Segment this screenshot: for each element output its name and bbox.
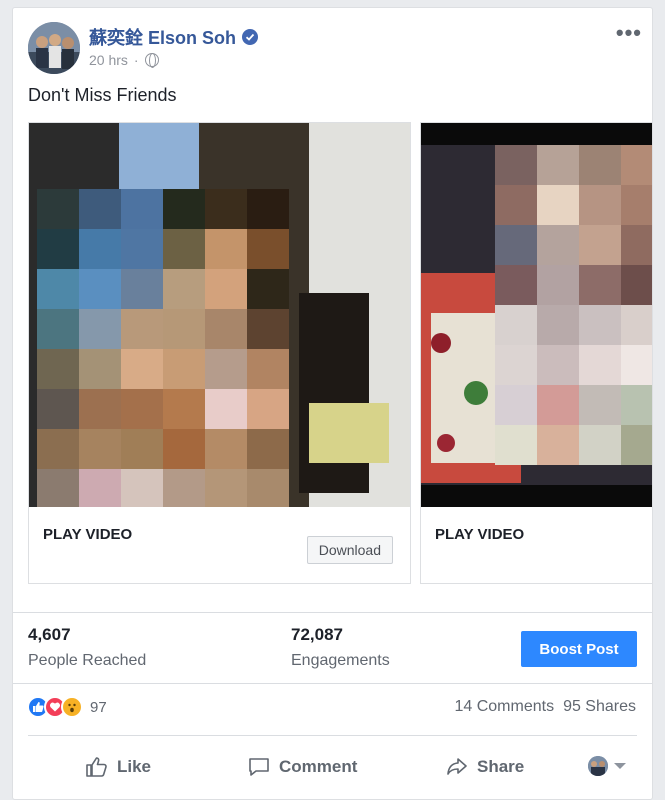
carousel-card-2[interactable]: PLAY VIDEO (420, 122, 652, 584)
post-time[interactable]: 20 hrs (89, 52, 128, 68)
share-button[interactable]: Share (445, 755, 524, 779)
play-video-label-1[interactable]: PLAY VIDEO (43, 526, 132, 543)
post-card: 蘇奕銓 Elson Soh 20 hrs · ••• Don't Miss Fr… (12, 7, 653, 800)
reaction-summary[interactable]: 97 (27, 696, 107, 718)
comments-count-link[interactable]: 14 Comments (454, 698, 554, 716)
post-meta: 20 hrs · (89, 52, 159, 68)
like-label[interactable]: Like (117, 757, 151, 777)
divider (28, 735, 637, 736)
post-action-bar: Like Comment Share (13, 743, 652, 791)
author-name-text[interactable]: 蘇奕銓 Elson Soh (89, 24, 236, 50)
viewer-avatar (588, 756, 608, 776)
author-avatar[interactable] (28, 22, 80, 74)
author-name[interactable]: 蘇奕銓 Elson Soh (89, 24, 259, 50)
people-reached-label: People Reached (28, 652, 147, 669)
video-thumbnail-2[interactable] (421, 123, 652, 507)
reaction-count[interactable]: 97 (90, 699, 107, 716)
people-reached-value: 4,607 (28, 625, 71, 644)
more-options-button[interactable]: ••• (616, 20, 642, 46)
post-text: Don't Miss Friends (28, 85, 177, 105)
divider (13, 683, 652, 684)
engagement-links: 14 Comments 95 Shares (454, 698, 636, 716)
shares-count-link[interactable]: 95 Shares (563, 698, 636, 716)
video-carousel: PLAY VIDEO Download PLAY VIDEO (28, 122, 652, 584)
meta-separator: · (133, 52, 139, 68)
divider (13, 612, 652, 613)
like-button[interactable]: Like (85, 755, 151, 779)
download-button[interactable]: Download (306, 536, 393, 564)
post-as-selector[interactable] (588, 756, 626, 776)
verified-badge-icon (242, 29, 259, 45)
globe-icon (144, 53, 159, 68)
thumbs-up-icon (86, 757, 107, 777)
chevron-down-icon (614, 763, 626, 769)
share-label[interactable]: Share (477, 757, 524, 777)
comment-label[interactable]: Comment (279, 757, 357, 777)
wow-reaction-icon (61, 696, 83, 718)
comment-button[interactable]: Comment (247, 755, 357, 779)
engagements-value: 72,087 (291, 625, 343, 644)
comment-bubble-icon (249, 758, 269, 776)
share-arrow-icon (447, 758, 467, 775)
carousel-card-1[interactable]: PLAY VIDEO Download (28, 122, 411, 584)
boost-post-button[interactable]: Boost Post (521, 631, 637, 667)
engagements-label: Engagements (291, 652, 390, 669)
play-video-label-2[interactable]: PLAY VIDEO (435, 526, 524, 543)
video-thumbnail-1[interactable] (29, 123, 410, 507)
